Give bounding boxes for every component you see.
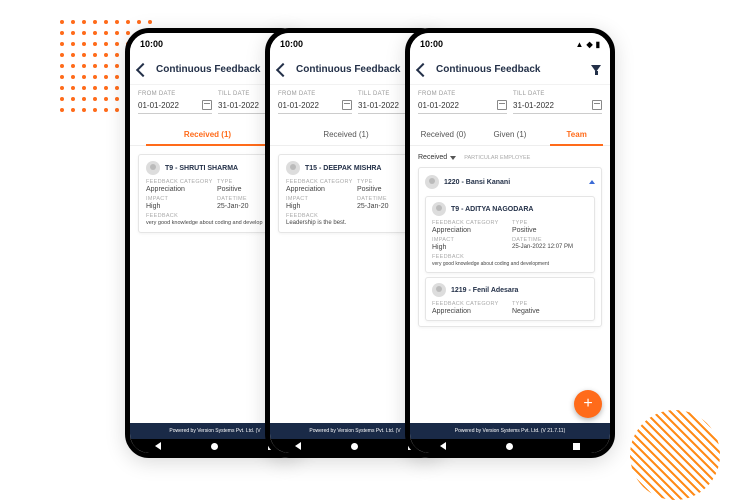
nav-home-icon[interactable] [506,443,513,450]
calendar-icon [202,100,212,110]
android-navbar [410,439,610,453]
nav-recent-icon[interactable] [573,443,580,450]
back-icon[interactable] [276,62,290,76]
status-time: 10:00 [280,39,303,49]
avatar [432,283,446,297]
person-name: T15 - DEEPAK MISHRA [305,165,382,172]
page-title: Continuous Feedback [296,64,400,75]
status-time: 10:00 [140,39,163,49]
received-dropdown[interactable]: Received [418,154,456,161]
chevron-down-icon [450,156,456,160]
tab-received[interactable]: Received (0) [410,124,477,145]
status-icons: ▲◆▮ [573,39,600,49]
nav-home-icon[interactable] [211,443,218,450]
group-name: 1220 - Bansi Kanani [444,179,510,186]
status-time: 10:00 [420,39,443,49]
calendar-icon [592,100,602,110]
phone-mockup-3: 10:00 ▲◆▮ Continuous Feedback FROM DATE … [405,28,615,458]
nav-back-icon[interactable] [295,442,301,450]
filter-icon[interactable] [591,65,602,75]
employee-group[interactable]: 1220 - Bansi Kanani T9 - ADITYA NAGODARA… [418,167,602,327]
tab-team[interactable]: Team [543,124,610,145]
add-feedback-fab[interactable]: + [574,390,602,418]
back-icon[interactable] [136,62,150,76]
avatar [146,161,160,175]
page-title: Continuous Feedback [156,64,260,75]
from-date-field[interactable]: 01-01-2022 [138,97,212,114]
tab-received[interactable]: Received (1) [130,124,285,145]
calendar-icon [342,100,352,110]
from-date-field[interactable]: 01-01-2022 [418,97,507,114]
page-title: Continuous Feedback [436,64,540,75]
avatar [432,202,446,216]
nav-back-icon[interactable] [155,442,161,450]
avatar [286,161,300,175]
feedback-card[interactable]: T9 - ADITYA NAGODARA FEEDBACK CATEGORYAp… [425,196,595,273]
feedback-card[interactable]: 1219 - Fenil Adesara FEEDBACK CATEGORYAp… [425,277,595,321]
tab-received[interactable]: Received (1) [270,124,422,145]
till-date-field[interactable]: 31-01-2022 [513,97,602,114]
particular-employee-label: PARTICULAR EMPLOYEE [464,155,530,161]
calendar-icon [497,100,507,110]
nav-home-icon[interactable] [351,443,358,450]
nav-back-icon[interactable] [440,442,446,450]
person-name: T9 - SHRUTI SHARMA [165,165,238,172]
avatar [425,175,439,189]
tab-given[interactable]: Given (1) [477,124,544,145]
chevron-up-icon [589,180,595,184]
status-bar: 10:00 ▲◆▮ [410,33,610,55]
app-header: Continuous Feedback [410,55,610,85]
back-icon[interactable] [416,62,430,76]
footer: Powered by Version Systems Pvt. Ltd. (V … [410,423,610,439]
from-date-field[interactable]: 01-01-2022 [278,97,352,114]
